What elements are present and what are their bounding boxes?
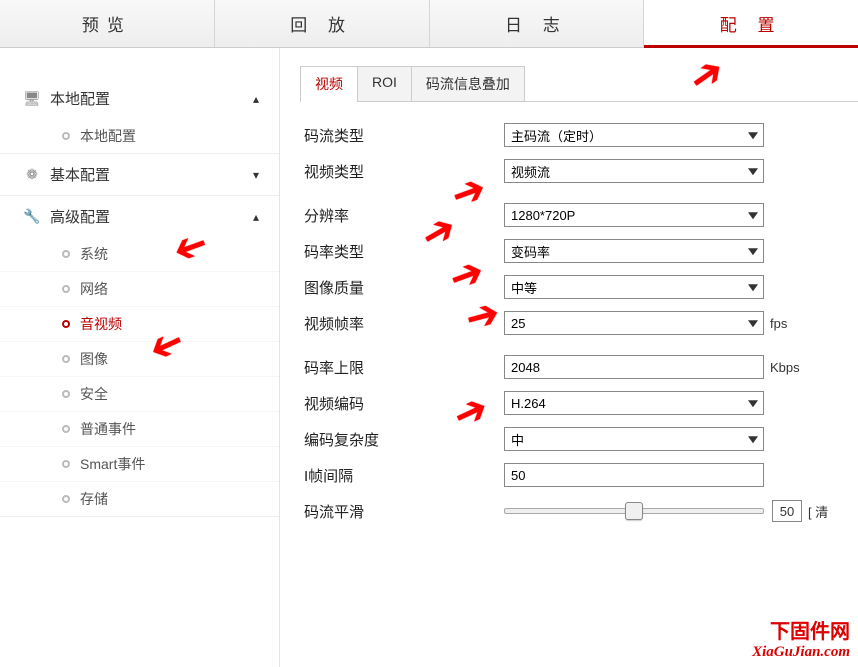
- sidebar-item-image[interactable]: 图像: [0, 341, 279, 376]
- sidebar-item-security[interactable]: 安全: [0, 376, 279, 411]
- unit-fps: fps: [770, 316, 787, 331]
- sidebar-item-system[interactable]: 系统: [0, 237, 279, 271]
- sidebar-item-label: 音视频: [80, 314, 122, 334]
- sidebar-item-label: 存储: [80, 489, 108, 509]
- label-max-bitrate: 码率上限: [304, 357, 504, 378]
- label-video-encoding: 视频编码: [304, 393, 504, 414]
- sidebar-item-label: 普通事件: [80, 419, 136, 439]
- slider-suffix: [ 清: [808, 502, 828, 521]
- sidebar-item-av[interactable]: 音视频: [0, 306, 279, 341]
- label-iframe: I帧间隔: [304, 465, 504, 486]
- main-panel: 视频 ROI 码流信息叠加 码流类型 视频类型 分辨率 码率类型: [280, 48, 858, 667]
- slider-value: 50: [772, 500, 802, 522]
- chevron-down-icon: ▾: [253, 168, 259, 182]
- sidebar-group-advanced: 🔧 高级配置 ▴ 系统 网络 音视频 图像 安全 普通事件 Smart事件 存储: [0, 196, 279, 517]
- sidebar-item-label: Smart事件: [80, 454, 145, 474]
- unit-kbps: Kbps: [770, 360, 800, 375]
- input-max-bitrate[interactable]: [504, 355, 764, 379]
- sidebar-header-basic[interactable]: ❁ 基本配置 ▾: [0, 154, 279, 195]
- sidebar: 🖥 本地配置 ▴ 本地配置 ❁ 基本配置 ▾ 🔧 高级配置 ▴: [0, 48, 280, 667]
- bullet-icon: [62, 320, 70, 328]
- wrench-icon: 🔧: [24, 209, 40, 225]
- sidebar-group-label: 高级配置: [50, 206, 110, 227]
- subtab-roi[interactable]: ROI: [357, 66, 412, 101]
- slider-thumb[interactable]: [625, 502, 643, 520]
- flower-icon: ❁: [24, 167, 40, 183]
- subtab-overlay[interactable]: 码流信息叠加: [411, 66, 525, 101]
- bullet-icon: [62, 132, 70, 140]
- monitor-icon: 🖥: [24, 91, 40, 107]
- sidebar-group-basic: ❁ 基本配置 ▾: [0, 154, 279, 196]
- select-video-encoding[interactable]: [504, 391, 764, 415]
- sidebar-item-network[interactable]: 网络: [0, 271, 279, 306]
- label-profile: 编码复杂度: [304, 429, 504, 450]
- subtab-video[interactable]: 视频: [300, 66, 358, 101]
- select-resolution[interactable]: [504, 203, 764, 227]
- slider-smoothing[interactable]: [504, 508, 764, 514]
- sub-tabs: 视频 ROI 码流信息叠加: [300, 66, 858, 102]
- sidebar-item-label: 本地配置: [80, 126, 136, 146]
- bullet-icon: [62, 390, 70, 398]
- tab-log[interactable]: 日 志: [430, 0, 645, 47]
- label-frame-rate: 视频帧率: [304, 313, 504, 334]
- bullet-icon: [62, 250, 70, 258]
- select-stream-type[interactable]: [504, 123, 764, 147]
- select-video-type[interactable]: [504, 159, 764, 183]
- sidebar-group-label: 本地配置: [50, 88, 110, 109]
- label-video-type: 视频类型: [304, 161, 504, 182]
- tab-config[interactable]: 配 置: [644, 0, 858, 47]
- select-image-quality[interactable]: [504, 275, 764, 299]
- sidebar-header-advanced[interactable]: 🔧 高级配置 ▴: [0, 196, 279, 237]
- sidebar-group-label: 基本配置: [50, 164, 110, 185]
- sidebar-group-local: 🖥 本地配置 ▴ 本地配置: [0, 78, 279, 154]
- sidebar-header-local[interactable]: 🖥 本地配置 ▴: [0, 78, 279, 119]
- label-resolution: 分辨率: [304, 205, 504, 226]
- sidebar-item-label: 网络: [80, 279, 108, 299]
- label-bitrate-type: 码率类型: [304, 241, 504, 262]
- sidebar-item-smart-event[interactable]: Smart事件: [0, 446, 279, 481]
- top-tabs: 预览 回 放 日 志 配 置: [0, 0, 858, 48]
- bullet-icon: [62, 425, 70, 433]
- chevron-up-icon: ▴: [253, 210, 259, 224]
- tab-preview[interactable]: 预览: [0, 0, 215, 47]
- label-stream-type: 码流类型: [304, 125, 504, 146]
- bullet-icon: [62, 495, 70, 503]
- label-smoothing: 码流平滑: [304, 501, 504, 522]
- sidebar-item-local-config[interactable]: 本地配置: [0, 119, 279, 153]
- bullet-icon: [62, 460, 70, 468]
- bullet-icon: [62, 355, 70, 363]
- sidebar-item-label: 图像: [80, 349, 108, 369]
- chevron-up-icon: ▴: [253, 92, 259, 106]
- tab-playback[interactable]: 回 放: [215, 0, 430, 47]
- sidebar-item-storage[interactable]: 存储: [0, 481, 279, 516]
- input-iframe[interactable]: [504, 463, 764, 487]
- video-form: 码流类型 视频类型 分辨率 码率类型 图像质量 视频帧率: [300, 122, 858, 524]
- bullet-icon: [62, 285, 70, 293]
- sidebar-item-label: 安全: [80, 384, 108, 404]
- sidebar-item-basic-event[interactable]: 普通事件: [0, 411, 279, 446]
- select-bitrate-type[interactable]: [504, 239, 764, 263]
- label-image-quality: 图像质量: [304, 277, 504, 298]
- select-profile[interactable]: [504, 427, 764, 451]
- select-frame-rate[interactable]: [504, 311, 764, 335]
- sidebar-item-label: 系统: [80, 244, 108, 264]
